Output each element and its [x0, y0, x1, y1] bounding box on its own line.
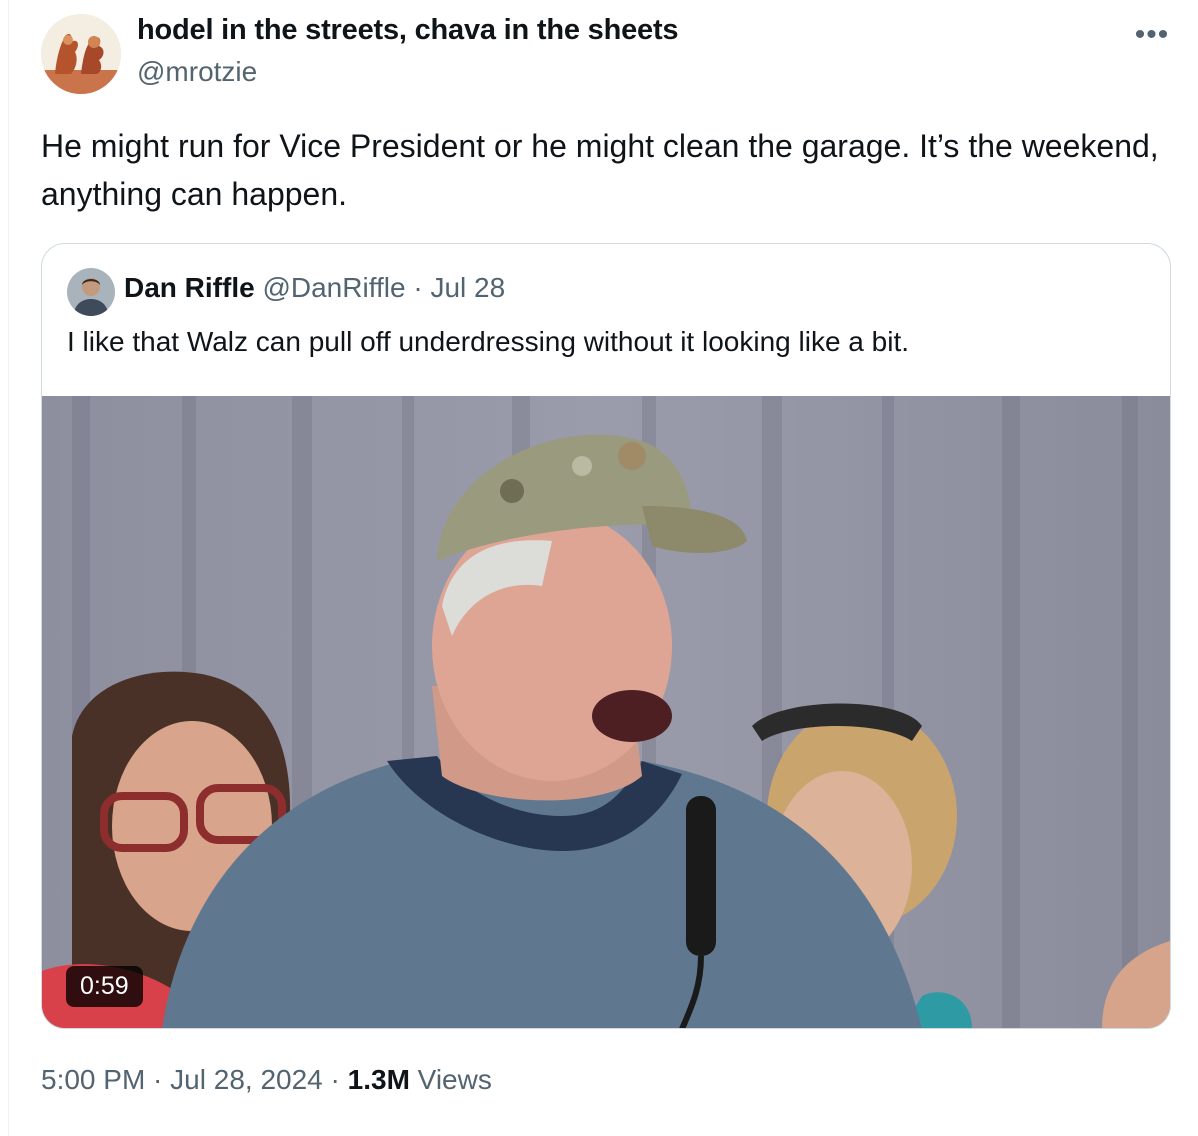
quoted-display-name[interactable]: Dan Riffle	[124, 272, 255, 303]
quoted-author-avatar[interactable]	[67, 268, 115, 316]
views-count[interactable]: 1.3M	[348, 1064, 410, 1095]
quoted-tweet-meta: Dan Riffle @DanRiffle · Jul 28	[124, 272, 505, 304]
footer-separator: ·	[322, 1064, 348, 1095]
author-display-name[interactable]: hodel in the streets, chava in the sheet…	[137, 14, 679, 47]
footer-separator: ·	[145, 1064, 171, 1095]
more-horizontal-icon[interactable]: •••	[1130, 16, 1174, 54]
post-time[interactable]: 5:00 PM	[41, 1064, 145, 1095]
timeline-divider	[8, 0, 9, 1136]
post-date[interactable]: Jul 28, 2024	[170, 1064, 323, 1095]
views-label: Views	[409, 1064, 492, 1095]
person-avatar-icon	[67, 268, 115, 316]
meta-separator: ·	[405, 272, 431, 303]
quoted-date[interactable]: Jul 28	[430, 272, 505, 303]
tweet-footer: 5:00 PM · Jul 28, 2024 · 1.3M Views	[41, 1064, 492, 1096]
author-handle[interactable]: @mrotzie	[137, 56, 257, 88]
quoted-handle[interactable]: @DanRiffle	[262, 272, 405, 303]
video-duration-badge: 0:59	[66, 966, 143, 1007]
author-avatar[interactable]	[41, 14, 121, 94]
video-thumbnail	[42, 396, 1170, 1028]
rock-formation-avatar	[41, 14, 121, 94]
quoted-tweet-text: I like that Walz can pull off underdress…	[67, 326, 909, 357]
quoted-tweet-card[interactable]: Dan Riffle @DanRiffle · Jul 28 I like th…	[41, 243, 1171, 1029]
video-player[interactable]: 0:59	[42, 396, 1170, 1028]
tweet-text: He might run for Vice President or he mi…	[41, 128, 1159, 212]
